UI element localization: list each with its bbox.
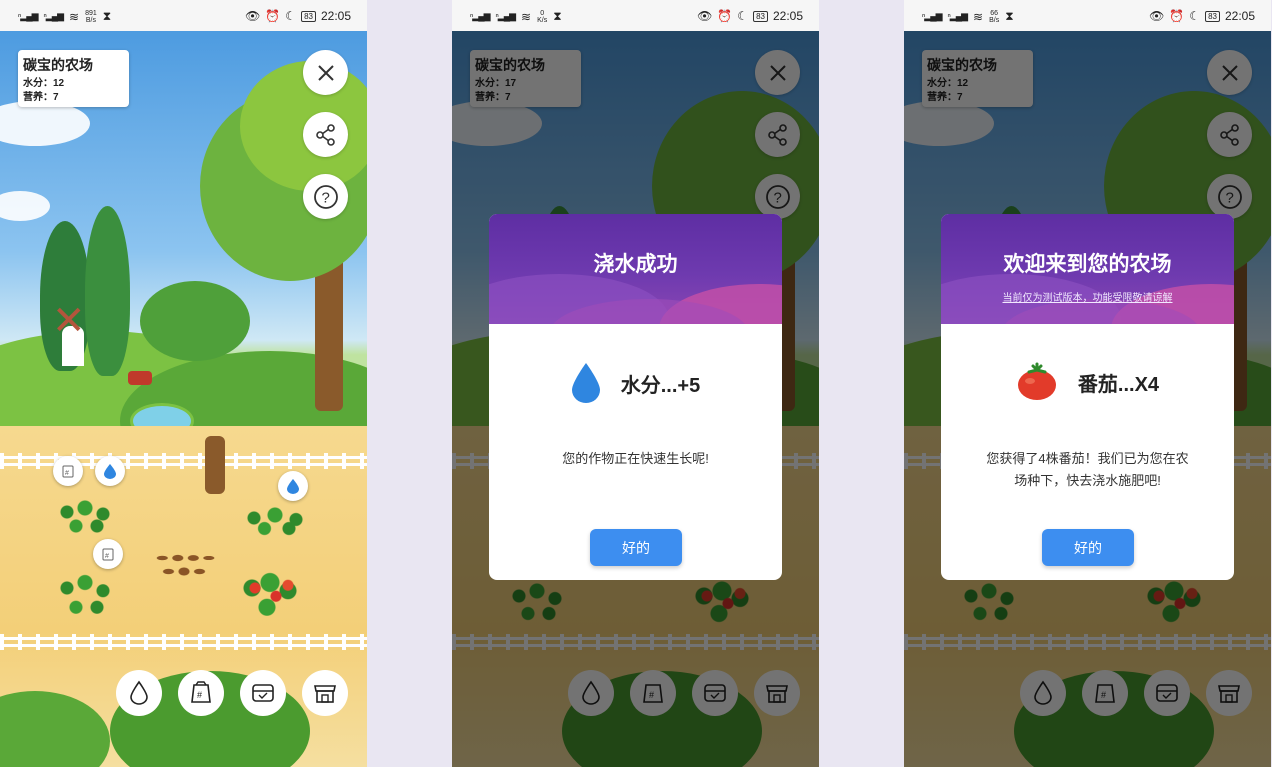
reward-row: 水分...+5 [489,362,782,404]
nutrition-stat: 营养：7 [23,92,59,103]
crop-plant[interactable] [55,496,115,536]
share-button[interactable] [303,112,348,157]
water-drop-icon [571,363,600,403]
water-drop-icon [287,479,299,494]
status-bar: ⁿ▂▄▆ ⁿ▂▄▆ ≋ 891 B/s ⧗ 👁 ⏰ ☾ 83 22:05 [0,0,367,31]
network-speed: 0 K/s [537,9,548,24]
dialog-title: 浇水成功 [593,253,678,276]
hourglass-icon: ⧗ [1005,9,1014,23]
moon-icon: ☾ [737,9,749,23]
fence [0,634,367,650]
battery-indicator: 83 [1205,10,1220,22]
reward-text: 水分...+5 [620,374,701,397]
tomato-plant[interactable] [240,566,300,621]
moon-icon: ☾ [1189,9,1201,23]
welcome-dialog: 欢迎来到您的农场 当前仅为测试版本，功能受限敬请谅解 番茄...X4 您获得了4… [941,214,1234,580]
signal-icon: ⁿ▂▄▆ [947,11,968,21]
phone-screen-2: ⁿ▂▄▆ ⁿ▂▄▆ ≋ 0K/s ⧗ 👁 ⏰ ☾ 83 22:05 碳宝的农场 [452,0,819,767]
alarm-icon: ⏰ [717,9,733,23]
eye-icon: 👁 [697,9,713,23]
phone-screen-3: ⁿ▂▄▆ ⁿ▂▄▆ ≋ 66B/s ⧗ 👁 ⏰ ☾ 83 22:05 碳宝的农场 [904,0,1271,767]
clock: 22:05 [772,9,803,23]
tomato-icon [1017,362,1056,400]
water-stat: 水分：12 [23,78,65,89]
svg-text:#: # [65,470,69,477]
hourglass-icon: ⧗ [553,9,562,23]
battery-indicator: 83 [753,10,768,22]
water-request-bubble[interactable] [278,471,308,501]
help-button[interactable]: ? [303,174,348,219]
farm-info-card: 碳宝的农场 水分：12 营养：7 [18,50,129,107]
status-bar: ⁿ▂▄▆ ⁿ▂▄▆ ≋ 66 B/s ⧗ 👁 ⏰ ☾ 83 22:05 [904,0,1271,31]
water-drop-icon [104,464,116,479]
wifi-icon: ≋ [69,9,80,24]
svg-text:#: # [105,553,109,560]
close-icon [317,64,334,81]
water-drop-icon [130,680,148,705]
eye-icon: 👁 [245,9,261,23]
help-icon: ? [313,184,338,209]
tractor [128,371,152,385]
seed-bag-icon: # [191,681,211,703]
dialog-message: 您的作物正在快速生长呢! [562,451,709,466]
close-button[interactable] [303,50,348,95]
wifi-icon: ≋ [521,9,532,24]
signal-icon: ⁿ▂▄▆ [922,11,942,21]
seed-bag-icon: # [102,548,114,561]
dialog-message: 您获得了4株番茄！我们已为您在农场种下，快去浇水施肥吧! [986,451,1189,488]
dialog-title: 欢迎来到您的农场 [1003,253,1172,276]
signal-icon: ⁿ▂▄▆ [495,11,516,21]
signal-icon: ⁿ▂▄▆ [18,11,38,21]
dialog-header: 欢迎来到您的农场 当前仅为测试版本，功能受限敬请谅解 [941,214,1234,324]
inbox-button[interactable] [240,670,286,716]
signal-icon: ⁿ▂▄▆ [470,11,490,21]
share-icon [315,123,335,146]
crop-seedlings[interactable] [240,506,310,536]
windmill-blades: ✕ [52,299,86,343]
scarecrow [205,436,225,494]
wifi-icon: ≋ [973,9,984,24]
status-bar: ⁿ▂▄▆ ⁿ▂▄▆ ≋ 0 K/s ⧗ 👁 ⏰ ☾ 83 22:05 [452,0,819,31]
ok-button[interactable]: 好的 [590,529,682,566]
phone-screen-1: ⁿ▂▄▆ ⁿ▂▄▆ ≋ 891 B/s ⧗ 👁 ⏰ ☾ 83 22:05 ✕ #… [0,0,367,767]
empty-plot[interactable] [153,549,215,579]
water-button[interactable] [116,670,162,716]
svg-text:?: ? [321,189,329,206]
fertilize-request-bubble[interactable]: # [53,456,83,486]
clock: 22:05 [1224,9,1255,23]
svg-text:#: # [197,690,202,700]
hourglass-icon: ⧗ [102,9,112,23]
bush [140,281,250,361]
dialog-subtitle-link[interactable]: 当前仅为测试版本，功能受限敬请谅解 [941,289,1234,304]
battery-indicator: 83 [301,10,316,22]
farm-title: 碳宝的农场 [23,57,93,73]
reward-text: 番茄...X4 [1077,373,1160,396]
alarm-icon: ⏰ [1169,9,1185,23]
watering-success-dialog: 浇水成功 水分...+5 您的作物正在快速生长呢! 好的 [489,214,782,580]
inbox-icon [252,684,274,702]
shop-button[interactable] [302,670,348,716]
dialog-header: 浇水成功 [489,214,782,324]
moon-icon: ☾ [285,9,297,23]
fertilizer-button[interactable]: # [178,670,224,716]
network-speed: 891 B/s [85,9,97,24]
clock: 22:05 [320,9,351,23]
eye-icon: 👁 [1149,9,1165,23]
network-speed: 66 B/s [989,9,1000,24]
seed-bag-icon: # [62,465,74,478]
shop-icon [314,685,336,703]
signal-icon: ⁿ▂▄▆ [43,11,64,21]
reward-row: 番茄...X4 [941,362,1234,402]
crop-plant[interactable] [55,566,115,621]
water-request-bubble[interactable] [95,456,125,486]
cypress-tree [85,206,130,376]
ok-button[interactable]: 好的 [1042,529,1134,566]
alarm-icon: ⏰ [265,9,281,23]
fertilize-request-bubble[interactable]: # [93,539,123,569]
